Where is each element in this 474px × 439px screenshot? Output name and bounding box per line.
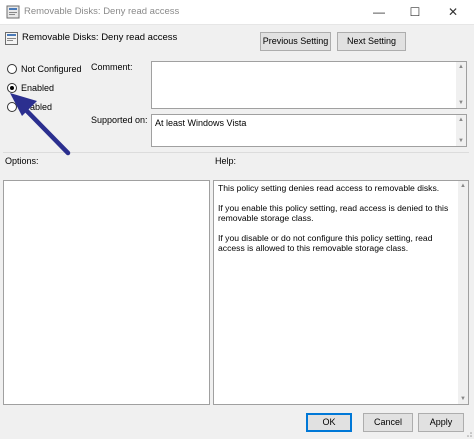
resize-grip-icon[interactable] bbox=[464, 429, 472, 437]
help-paragraph: If you enable this policy setting, read … bbox=[218, 202, 449, 224]
radio-label: abled bbox=[30, 102, 53, 112]
title-bar[interactable]: Removable Disks: Deny read access — ☐ ✕ bbox=[0, 0, 474, 25]
help-paragraph: If you disable or do not configure this … bbox=[218, 232, 433, 254]
supported-scrollbar[interactable]: ▲ ▼ bbox=[456, 115, 466, 146]
scroll-up-icon[interactable]: ▲ bbox=[456, 62, 466, 72]
help-scrollbar[interactable]: ▲ ▼ bbox=[458, 181, 468, 404]
policy-name: Removable Disks: Deny read access bbox=[22, 32, 178, 43]
policy-icon bbox=[6, 5, 20, 19]
scroll-down-icon[interactable]: ▼ bbox=[456, 136, 466, 146]
supported-on-value: At least Windows Vista bbox=[155, 118, 247, 128]
help-panel: This policy setting denies read access t… bbox=[213, 180, 469, 405]
radio-selected-dot bbox=[10, 86, 14, 90]
policy-icon bbox=[5, 32, 18, 45]
scroll-down-icon[interactable]: ▼ bbox=[456, 98, 466, 108]
policy-dialog: Removable Disks: Deny read access — ☐ ✕ … bbox=[0, 0, 474, 439]
help-paragraph: This policy setting denies read access t… bbox=[218, 183, 440, 193]
scroll-up-icon[interactable]: ▲ bbox=[456, 115, 466, 125]
radio-button[interactable] bbox=[7, 64, 17, 74]
comment-scrollbar[interactable]: ▲ ▼ bbox=[456, 62, 466, 108]
cancel-button[interactable]: Cancel bbox=[363, 413, 413, 432]
comment-label: Comment: bbox=[91, 62, 133, 72]
next-setting-button[interactable]: Next Setting bbox=[337, 32, 406, 51]
apply-button[interactable]: Apply bbox=[418, 413, 464, 432]
close-icon[interactable]: ✕ bbox=[434, 0, 472, 24]
minimize-icon[interactable]: — bbox=[360, 0, 398, 24]
window-title: Removable Disks: Deny read access bbox=[24, 6, 180, 17]
radio-button[interactable] bbox=[7, 102, 17, 112]
section-divider bbox=[3, 152, 469, 153]
previous-setting-button[interactable]: Previous Setting bbox=[260, 32, 331, 51]
ok-button[interactable]: OK bbox=[306, 413, 352, 432]
radio-label: Not Configured bbox=[21, 64, 82, 74]
options-label: Options: bbox=[5, 156, 39, 166]
options-panel bbox=[3, 180, 210, 405]
maximize-icon[interactable]: ☐ bbox=[396, 0, 434, 24]
supported-on-field: At least Windows Vista ▲ ▼ bbox=[151, 114, 467, 147]
supported-on-label: Supported on: bbox=[91, 115, 148, 125]
radio-button[interactable] bbox=[7, 83, 17, 93]
comment-field[interactable]: ▲ ▼ bbox=[151, 61, 467, 109]
radio-label: Enabled bbox=[21, 83, 55, 93]
scroll-up-icon[interactable]: ▲ bbox=[458, 181, 468, 191]
scroll-down-icon[interactable]: ▼ bbox=[458, 394, 468, 404]
help-label: Help: bbox=[215, 156, 237, 166]
